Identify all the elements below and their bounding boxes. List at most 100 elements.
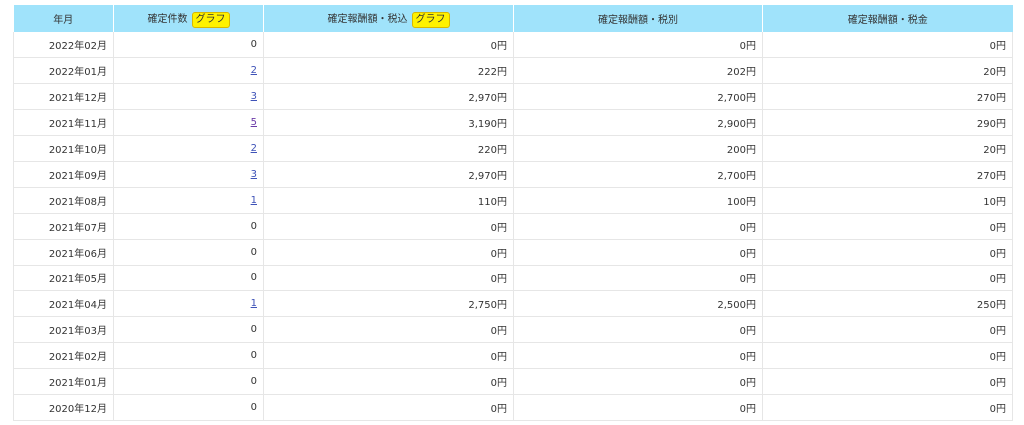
table-row: 2020年12月 0 0円 0円 0円: [13, 394, 1013, 421]
tax-cell: 250円: [762, 290, 1013, 318]
month-cell: 2021年02月: [13, 342, 114, 370]
month-cell: 2020年12月: [13, 394, 114, 421]
tax-included-cell: 2,970円: [263, 161, 514, 188]
header-month-label: 年月: [53, 15, 74, 26]
tax-included-cell: 0円: [263, 342, 514, 370]
header-tax-excluded: 確定報酬額・税別: [513, 5, 763, 32]
count-link[interactable]: 3: [251, 91, 257, 102]
month-cell: 2021年12月: [13, 83, 114, 111]
tax-cell: 10円: [762, 187, 1013, 214]
count-link[interactable]: 5: [251, 117, 257, 128]
tax-excluded-cell: 0円: [513, 32, 763, 59]
month-cell: 2021年07月: [13, 213, 114, 240]
tax-excluded-cell: 2,900円: [513, 109, 763, 137]
table-row: 2021年03月 0 0円 0円 0円: [13, 316, 1013, 344]
count-cell: 0: [113, 394, 264, 421]
count-cell: 3: [113, 161, 264, 188]
tax-included-cell: 0円: [263, 32, 514, 59]
table-row: 2022年01月 2 222円 202円 20円: [13, 57, 1013, 85]
month-cell: 2022年01月: [13, 57, 114, 85]
month-cell: 2021年04月: [13, 290, 114, 318]
month-cell: 2021年06月: [13, 238, 114, 266]
tax-included-cell: 220円: [263, 135, 514, 162]
table-row: 2021年07月 0 0円 0円 0円: [13, 213, 1013, 240]
count-link[interactable]: 1: [251, 195, 257, 206]
tax-included-cell: 0円: [263, 368, 514, 395]
table-row: 2021年09月 3 2,970円 2,700円 270円: [13, 161, 1013, 188]
tax-cell: 290円: [762, 109, 1013, 137]
count-link[interactable]: 1: [251, 298, 257, 309]
tax-excluded-cell: 0円: [513, 368, 763, 395]
count-cell: 0: [113, 213, 264, 240]
tax-included-cell: 0円: [263, 213, 514, 240]
table-row: 2022年02月 0 0円 0円 0円: [13, 32, 1013, 59]
tax-cell: 270円: [762, 161, 1013, 188]
month-cell: 2021年05月: [13, 265, 114, 292]
tax-included-cell: 2,970円: [263, 83, 514, 111]
count-graph-button[interactable]: グラフ: [191, 11, 230, 28]
count-cell: 2: [113, 57, 264, 85]
count-cell: 1: [113, 187, 264, 214]
header-count-label: 確定件数: [147, 13, 188, 25]
tax-cell: 0円: [762, 342, 1013, 370]
tax-excluded-cell: 202円: [513, 57, 763, 85]
table-row: 2021年06月 0 0円 0円 0円: [13, 238, 1013, 266]
count-cell: 0: [113, 238, 264, 266]
count-cell: 5: [113, 109, 264, 137]
tax-included-cell: 0円: [263, 394, 514, 421]
count-link[interactable]: 2: [251, 143, 257, 154]
table-header-row: 年月 確定件数 グラフ 確定報酬額・税込 グラフ 確定報酬額・税別 確定報酬額・税金: [13, 5, 1013, 32]
tax-included-cell: 0円: [263, 265, 514, 292]
tax-excluded-cell: 100円: [513, 187, 763, 214]
tax-included-cell: 110円: [263, 187, 514, 214]
header-month: 年月: [13, 5, 114, 32]
header-tax-label: 確定報酬額・税金: [847, 15, 928, 26]
tax-cell: 0円: [762, 394, 1013, 421]
count-cell: 2: [113, 135, 264, 162]
month-cell: 2021年08月: [13, 187, 114, 214]
tax-included-cell: 222円: [263, 57, 514, 85]
tax-included-cell: 2,750円: [263, 290, 514, 318]
tax-excluded-cell: 0円: [513, 265, 763, 292]
monthly-rewards-table: 年月 確定件数 グラフ 確定報酬額・税込 グラフ 確定報酬額・税別 確定報酬額・税金…: [13, 5, 1013, 421]
table-row: 2021年11月 5 3,190円 2,900円 290円: [13, 109, 1013, 137]
count-cell: 0: [113, 265, 264, 292]
tax-included-cell: 0円: [263, 316, 514, 344]
count-link[interactable]: 3: [251, 169, 257, 180]
count-link[interactable]: 2: [251, 65, 257, 76]
tax-excluded-cell: 0円: [513, 394, 763, 421]
table-row: 2021年05月 0 0円 0円 0円: [13, 265, 1013, 292]
tax-excluded-cell: 2,700円: [513, 83, 763, 111]
tax-cell: 270円: [762, 83, 1013, 111]
count-cell: 0: [113, 316, 264, 344]
tax-excluded-cell: 0円: [513, 213, 763, 240]
header-tax-included-label: 確定報酬額・税込: [327, 13, 408, 25]
tax-excluded-cell: 200円: [513, 135, 763, 162]
tax-cell: 0円: [762, 265, 1013, 292]
tax-included-cell: 0円: [263, 238, 514, 266]
count-cell: 1: [113, 290, 264, 318]
header-tax: 確定報酬額・税金: [763, 5, 1013, 32]
tax-included-cell: 3,190円: [263, 109, 514, 137]
tax-excluded-cell: 0円: [513, 316, 763, 344]
monthly-rewards-table-container: 年月 確定件数 グラフ 確定報酬額・税込 グラフ 確定報酬額・税別 確定報酬額・税金…: [13, 5, 1013, 421]
header-count: 確定件数 グラフ: [113, 5, 264, 32]
tax-cell: 0円: [762, 32, 1013, 59]
tax-cell: 0円: [762, 213, 1013, 240]
table-row: 2021年12月 3 2,970円 2,700円 270円: [13, 83, 1013, 111]
count-cell: 0: [113, 32, 264, 59]
tax-cell: 20円: [762, 135, 1013, 162]
header-tax-included: 確定報酬額・税込 グラフ: [263, 5, 514, 32]
count-cell: 0: [113, 342, 264, 370]
month-cell: 2021年03月: [13, 316, 114, 344]
table-row: 2021年08月 1 110円 100円 10円: [13, 187, 1013, 214]
month-cell: 2021年11月: [13, 109, 114, 137]
tax-excluded-cell: 0円: [513, 342, 763, 370]
reward-graph-button[interactable]: グラフ: [411, 11, 450, 28]
table-body: 2022年02月 0 0円 0円 0円 2022年01月 2 222円 202円 20円 2021年…: [13, 32, 1013, 421]
table-row: 2021年02月 0 0円 0円 0円: [13, 342, 1013, 370]
tax-cell: 20円: [762, 57, 1013, 85]
month-cell: 2021年10月: [13, 135, 114, 162]
tax-excluded-cell: 2,700円: [513, 161, 763, 188]
tax-cell: 0円: [762, 316, 1013, 344]
